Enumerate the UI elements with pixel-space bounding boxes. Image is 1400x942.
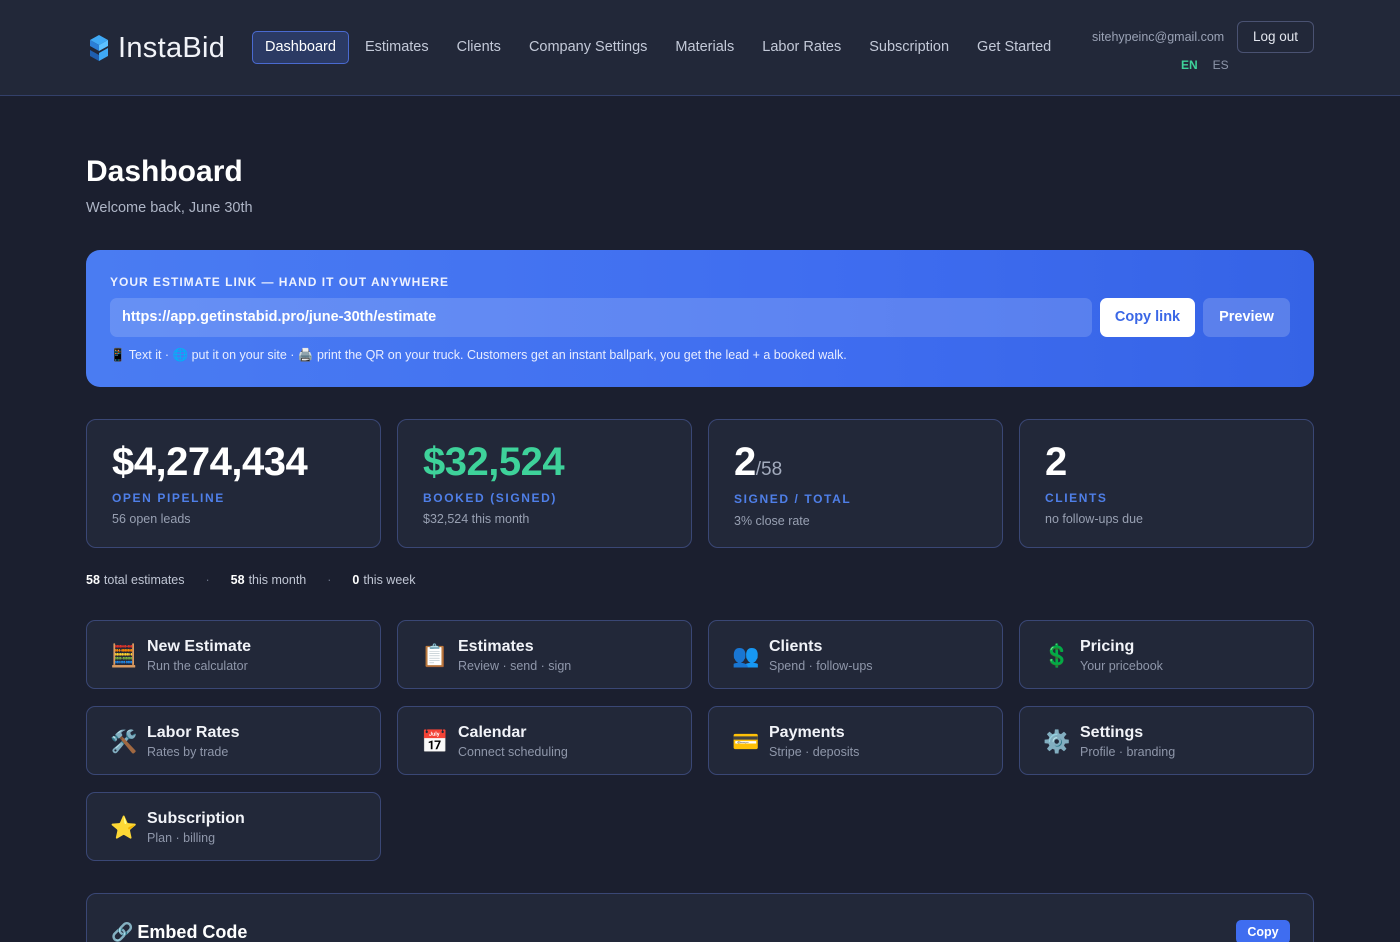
- estimate-link-panel: YOUR ESTIMATE LINK — HAND IT OUT ANYWHER…: [86, 250, 1314, 387]
- abacus-icon: 🧮: [110, 643, 138, 668]
- nav-labor-rates[interactable]: Labor Rates: [750, 31, 853, 64]
- stat-label: OPEN PIPELINE: [112, 491, 225, 505]
- clipboard-icon: 📋: [421, 643, 449, 668]
- stat-label: SIGNED / TOTAL: [734, 492, 852, 506]
- stat-value: $4,274,434: [112, 440, 308, 484]
- tile-settings[interactable]: ⚙️ Settings Profile · branding: [1019, 706, 1314, 775]
- stat-label: BOOKED (SIGNED): [423, 491, 558, 505]
- tile-pricing[interactable]: 💲 Pricing Your pricebook: [1019, 620, 1314, 689]
- stat-value: 2: [1045, 440, 1067, 484]
- tile-title: Pricing: [1080, 638, 1135, 655]
- stat-signed-total: 2/58 SIGNED / TOTAL 3% close rate: [708, 419, 1003, 548]
- lang-es[interactable]: ES: [1213, 58, 1229, 72]
- nav-dashboard[interactable]: Dashboard: [252, 31, 349, 64]
- stat-sub: no follow-ups due: [1045, 512, 1143, 526]
- estimate-link-help: 📱 Text it · 🌐 put it on your site · 🖨️ p…: [110, 348, 847, 362]
- tile-title: New Estimate: [147, 638, 252, 655]
- summary-month-text: this month: [248, 573, 307, 587]
- stat-total: /58: [755, 459, 783, 480]
- page-title: Dashboard: [86, 155, 243, 188]
- language-switcher: EN ES: [1181, 58, 1229, 72]
- tile-labor-rates[interactable]: 🛠️ Labor Rates Rates by trade: [86, 706, 381, 775]
- credit-card-icon: 💳: [732, 729, 760, 754]
- user-email: sitehypeinc@gmail.com: [1092, 30, 1225, 44]
- nav-get-started[interactable]: Get Started: [965, 31, 1063, 64]
- nav-subscription[interactable]: Subscription: [857, 31, 961, 64]
- nav-company-settings[interactable]: Company Settings: [517, 31, 659, 64]
- lang-en[interactable]: EN: [1181, 58, 1198, 72]
- tile-subtitle: Run the calculator: [147, 659, 248, 673]
- estimate-summary: 58 total estimates · 58 this month · 0 t…: [86, 573, 415, 587]
- tile-subtitle: Profile · branding: [1080, 745, 1176, 759]
- stat-open-pipeline: $4,274,434 OPEN PIPELINE 56 open leads: [86, 419, 381, 548]
- tile-title: Labor Rates: [147, 724, 240, 741]
- dollar-icon: 💲: [1043, 643, 1071, 668]
- tile-subtitle: Your pricebook: [1080, 659, 1163, 673]
- tile-subtitle: Rates by trade: [147, 745, 229, 759]
- summary-month-count: 58: [230, 573, 245, 587]
- tile-clients[interactable]: 👥 Clients Spend · follow-ups: [708, 620, 1003, 689]
- stat-value-group: 2/58: [734, 440, 782, 485]
- embed-code-title: Embed Code: [137, 922, 248, 942]
- welcome-message: Welcome back, June 30th: [86, 200, 253, 216]
- tile-payments[interactable]: 💳 Payments Stripe · deposits: [708, 706, 1003, 775]
- tile-subtitle: Review · send · sign: [458, 659, 572, 673]
- nav-estimates[interactable]: Estimates: [353, 31, 441, 64]
- embed-copy-button[interactable]: Copy: [1236, 920, 1290, 942]
- summary-total-text: total estimates: [103, 573, 185, 587]
- brand-logo[interactable]: InstaBid: [86, 31, 225, 65]
- tile-title: Settings: [1080, 724, 1144, 741]
- tile-title: Estimates: [458, 638, 534, 655]
- stat-value: 2: [734, 440, 756, 484]
- instabid-logo-icon: [90, 35, 108, 61]
- brand-name: InstaBid: [118, 31, 226, 64]
- people-icon: 👥: [732, 643, 760, 668]
- stat-booked: $32,524 BOOKED (SIGNED) $32,524 this mon…: [397, 419, 692, 548]
- summary-total-count: 58: [86, 573, 100, 587]
- estimate-link-field[interactable]: https://app.getinstabid.pro/june-30th/es…: [110, 298, 1092, 337]
- tile-title: Clients: [769, 638, 823, 655]
- logout-button[interactable]: Log out: [1237, 21, 1314, 53]
- tile-subtitle: Spend · follow-ups: [769, 659, 873, 673]
- nav-clients[interactable]: Clients: [445, 31, 513, 64]
- main-nav: Dashboard Estimates Clients Company Sett…: [252, 31, 1067, 64]
- tile-subtitle: Connect scheduling: [458, 745, 568, 759]
- nav-materials[interactable]: Materials: [663, 31, 746, 64]
- summary-separator: ·: [205, 573, 210, 587]
- summary-week-text: this week: [363, 573, 416, 587]
- tile-subtitle: Plan · billing: [147, 831, 216, 845]
- calendar-icon: 📅: [421, 729, 449, 754]
- embed-code-panel: 🔗 Embed Code Copy: [86, 893, 1314, 942]
- link-icon: 🔗: [111, 922, 134, 942]
- summary-week-count: 0: [352, 573, 360, 587]
- tile-subtitle: Stripe · deposits: [769, 745, 860, 759]
- stat-sub: 56 open leads: [112, 512, 191, 526]
- estimate-link-label: YOUR ESTIMATE LINK — HAND IT OUT ANYWHER…: [110, 275, 449, 289]
- preview-button[interactable]: Preview: [1203, 298, 1290, 337]
- tile-title: Calendar: [458, 724, 527, 741]
- stat-label: CLIENTS: [1045, 491, 1108, 505]
- stat-clients: 2 CLIENTS no follow-ups due: [1019, 419, 1314, 548]
- top-navigation-bar: InstaBid Dashboard Estimates Clients Com…: [0, 0, 1400, 96]
- copy-link-button[interactable]: Copy link: [1100, 298, 1195, 337]
- tile-title: Subscription: [147, 810, 245, 827]
- gear-icon: ⚙️: [1043, 729, 1071, 754]
- tile-title: Payments: [769, 724, 845, 741]
- tile-calendar[interactable]: 📅 Calendar Connect scheduling: [397, 706, 692, 775]
- tools-icon: 🛠️: [110, 729, 138, 754]
- summary-separator: ·: [327, 573, 332, 587]
- stat-sub: 3% close rate: [734, 514, 810, 528]
- embed-code-heading: 🔗 Embed Code: [111, 922, 247, 942]
- stat-value: $32,524: [423, 440, 565, 484]
- tile-new-estimate[interactable]: 🧮 New Estimate Run the calculator: [86, 620, 381, 689]
- tile-subscription[interactable]: ⭐ Subscription Plan · billing: [86, 792, 381, 861]
- tile-estimates[interactable]: 📋 Estimates Review · send · sign: [397, 620, 692, 689]
- star-icon: ⭐: [110, 815, 138, 840]
- stat-sub: $32,524 this month: [423, 512, 530, 526]
